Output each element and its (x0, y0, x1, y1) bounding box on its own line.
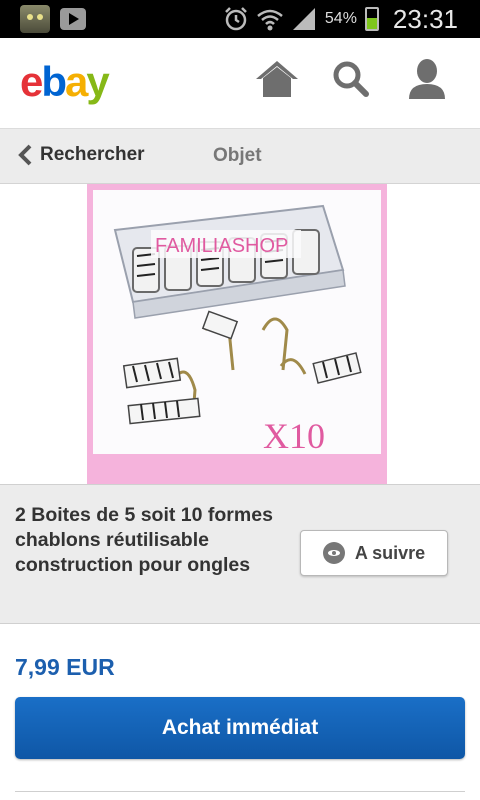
buy-now-button[interactable]: Achat immédiat (15, 697, 465, 759)
product-photo: FAMILIASHOP X10 (93, 190, 381, 456)
status-bar: 54% 23:31 (0, 0, 480, 38)
image-gallery[interactable]: FAMILIASHOP X10 (0, 184, 480, 484)
search-button[interactable] (326, 54, 376, 104)
logo-letter-b: b (41, 58, 67, 105)
search-icon (333, 61, 369, 97)
logo-letter-e: e (20, 58, 43, 105)
alarm-icon (225, 7, 247, 31)
wifi-icon (257, 9, 283, 31)
item-summary: 2 Boites de 5 soit 10 formes chablons ré… (0, 484, 480, 624)
ebay-logo[interactable]: ebay (20, 58, 110, 106)
quantity-label: X10 (263, 416, 325, 454)
play-store-icon (60, 8, 86, 30)
account-button[interactable] (402, 54, 452, 104)
buy-now-label: Achat immédiat (161, 716, 319, 739)
nail-forms-illustration: FAMILIASHOP X10 (113, 204, 362, 456)
app-header: ebay (0, 38, 480, 129)
system-icons: 54% 23:31 (223, 0, 458, 38)
clock: 23:31 (392, 3, 458, 34)
back-label: Rechercher (40, 144, 145, 165)
signal-icon (292, 8, 315, 30)
battery-level (366, 18, 377, 29)
follow-button[interactable]: A suivre (300, 530, 448, 576)
battery-percent: 54% (324, 10, 357, 27)
divider (15, 791, 465, 792)
notification-icons (20, 5, 86, 33)
follow-label: A suivre (354, 542, 426, 563)
product-image[interactable]: FAMILIASHOP X10 (87, 184, 387, 484)
logo-letter-y: y (86, 58, 109, 105)
chevron-left-icon (18, 144, 32, 166)
home-button[interactable] (252, 54, 302, 104)
home-icon (256, 61, 298, 97)
talking-cat-app-icon (20, 5, 50, 33)
back-button[interactable]: Rechercher (16, 143, 145, 167)
logo-letter-a: a (65, 58, 88, 105)
user-icon (409, 59, 445, 99)
page-title: Objet (213, 145, 262, 166)
navigation-bar: Rechercher Objet (0, 129, 480, 184)
eye-icon (322, 542, 345, 564)
battery-icon (364, 7, 379, 31)
watermark-text: FAMILIASHOP (155, 235, 288, 257)
item-price: 7,99 EUR (15, 654, 115, 680)
item-title: 2 Boites de 5 soit 10 formes chablons ré… (15, 504, 273, 576)
